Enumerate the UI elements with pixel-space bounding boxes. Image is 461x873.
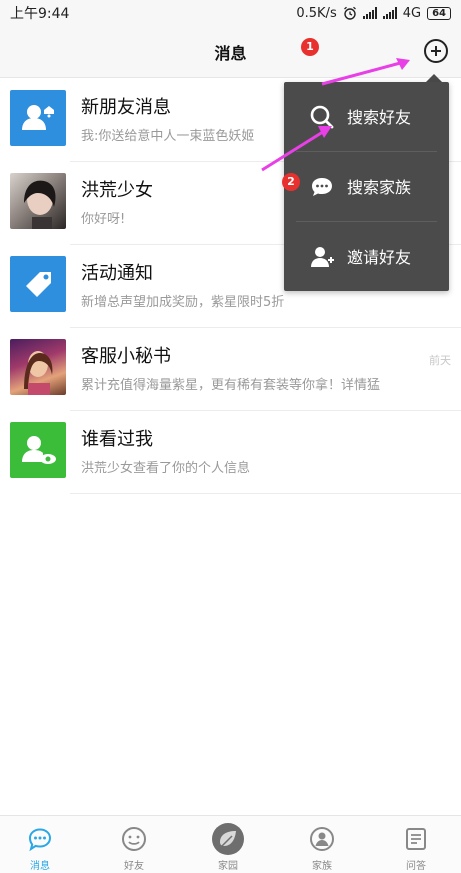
signal-icon: [362, 7, 377, 19]
bottom-nav: 消息 好友 家园 家族 问答: [0, 815, 461, 873]
search-icon: [310, 105, 334, 129]
menu-item-invite-friend[interactable]: 邀请好友: [284, 222, 449, 291]
tag-icon: [10, 256, 66, 312]
list-item-title: 新朋友消息: [81, 97, 171, 118]
step-badge: 1: [301, 38, 319, 56]
leaf-icon: [212, 823, 244, 855]
tab-home[interactable]: 家园: [193, 816, 263, 873]
menu-item-label: 邀请好友: [347, 248, 412, 267]
step-badge: 2: [282, 173, 300, 191]
list-item-preview: 洪荒少女查看了你的个人信息: [81, 461, 251, 476]
menu-item-search-family[interactable]: 搜索家族: [284, 152, 449, 221]
tab-label: 消息: [30, 861, 50, 872]
list-item-preview: 我:你送给意中人一束蓝色妖姬: [81, 129, 255, 144]
header: 消息: [0, 26, 461, 78]
status-time: 上午9:44: [10, 6, 70, 22]
menu-item-search-friend[interactable]: 搜索好友: [284, 82, 449, 151]
alarm-icon: [343, 6, 356, 20]
list-item-title: 客服小秘书: [81, 346, 171, 367]
tab-messages[interactable]: 消息: [5, 816, 75, 873]
popup-menu: 搜索好友 搜索家族 邀请好友: [284, 82, 449, 291]
battery-icon: 64: [427, 6, 451, 20]
plus-circle-icon[interactable]: [424, 39, 448, 63]
chat-icon: [28, 828, 52, 852]
divider: [70, 493, 461, 494]
chat-bubble-icon: [312, 178, 332, 196]
list-item-title: 谁看过我: [81, 429, 153, 450]
list-item-preview: 新增总声望加成奖励，紫星限时5折: [81, 295, 285, 310]
list-item-preview: 累计充值得海量紫星，更有稀有套装等你拿！详情猛: [81, 378, 381, 393]
tab-label: 家园: [218, 861, 238, 872]
tab-friends[interactable]: 好友: [99, 816, 169, 873]
eye-user-icon: [10, 422, 66, 478]
menu-item-label: 搜索家族: [347, 178, 412, 197]
signal-icon: [382, 7, 397, 19]
menu-item-label: 搜索好友: [347, 108, 412, 127]
list-item[interactable]: 客服小秘书 累计充值得海量紫星，更有稀有套装等你拿！详情猛 前天: [0, 328, 461, 411]
new-friend-icon: [10, 90, 66, 146]
list-item-title: 洪荒少女: [81, 180, 153, 201]
page-title: 消息: [214, 44, 247, 63]
tab-family[interactable]: 家族: [287, 816, 357, 873]
list-item-title: 活动通知: [81, 263, 153, 284]
list-item-preview: 你好呀!: [81, 212, 126, 227]
tab-label: 家族: [312, 861, 332, 872]
avatar: [10, 339, 66, 395]
tab-label: 好友: [124, 861, 144, 872]
list-item-time: 前天: [429, 354, 451, 367]
tab-label: 问答: [406, 861, 426, 872]
status-indicators: 0.5K/s 4G 64: [296, 6, 451, 21]
network-speed: 0.5K/s: [296, 5, 337, 21]
popup-caret: [426, 74, 442, 82]
list-item[interactable]: 谁看过我 洪荒少女查看了你的个人信息: [0, 411, 461, 494]
add-user-icon: [311, 247, 334, 267]
smile-icon: [122, 827, 146, 851]
qa-icon: [406, 828, 426, 850]
family-icon: [310, 827, 334, 851]
avatar: [10, 173, 66, 229]
network-type: 4G: [402, 5, 422, 21]
tab-qa[interactable]: 问答: [381, 816, 451, 873]
status-bar: 上午9:44 0.5K/s 4G 64: [0, 0, 461, 26]
